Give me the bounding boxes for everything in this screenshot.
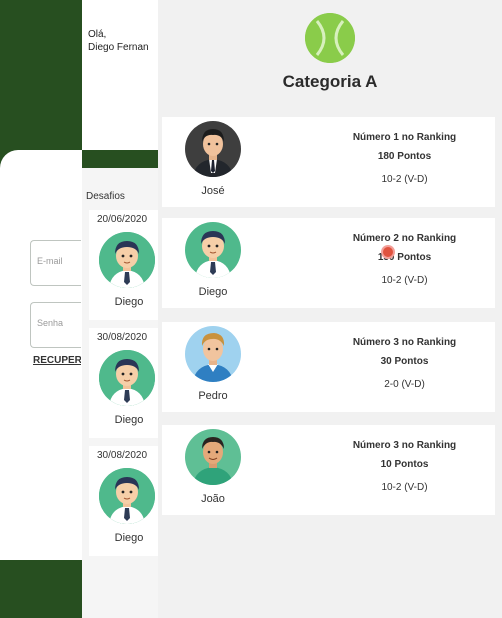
login-footer-band (0, 560, 82, 618)
ranking-screen (158, 0, 502, 618)
challenge-player-name: Diego (114, 532, 144, 544)
greeting: Olá, Diego Fernan (88, 28, 160, 54)
ranking-player-card[interactable]: Diego Número 2 no Ranking 150 Pontos 10-… (162, 218, 495, 308)
challenge-card[interactable]: 20/06/2020 Diego (89, 210, 160, 320)
tennis-ball-icon (305, 13, 355, 63)
challenge-date: 20/06/2020 (97, 214, 148, 225)
challenges-section-title: Desafios (86, 191, 125, 202)
player-name: Pedro (198, 390, 228, 402)
challenge-player-name: Diego (114, 414, 144, 426)
challenge-player-name: Diego (114, 296, 144, 308)
challenge-player-avatar (99, 350, 155, 406)
player-name: João (201, 493, 225, 505)
email-field[interactable]: E-mail (30, 240, 81, 286)
challenge-player-avatar (99, 232, 155, 288)
man-green-background-avatar (185, 222, 241, 278)
greeting-user-name: Diego Fernan (88, 42, 149, 53)
player-points: 150 Pontos (377, 252, 432, 263)
player-points: 10 Pontos (380, 459, 429, 470)
player-record: 10-2 (V-D) (381, 174, 428, 185)
player-record: 2-0 (V-D) (384, 379, 425, 390)
man-in-suit-avatar (185, 121, 241, 177)
player-record: 10-2 (V-D) (381, 275, 428, 286)
challenge-card[interactable]: 30/08/2020 Diego (89, 446, 160, 556)
ranking-player-card[interactable]: João Número 3 no Ranking 10 Pontos 10-2 … (162, 425, 495, 515)
player-points: 180 Pontos (377, 151, 432, 162)
touch-indicator-icon (381, 245, 395, 259)
category-title: Categoria A (282, 72, 378, 91)
ranking-player-card[interactable]: José Número 1 no Ranking 180 Pontos 10-2… (162, 117, 495, 207)
ranking-player-card[interactable]: Pedro Número 3 no Ranking 30 Pontos 2-0 … (162, 322, 495, 412)
password-placeholder: Senha (37, 318, 64, 328)
home-green-band (82, 150, 160, 168)
challenge-player-avatar (99, 468, 155, 524)
login-header-band (0, 0, 82, 175)
player-rank: Número 1 no Ranking (352, 132, 457, 143)
blonde-man-avatar (185, 326, 241, 382)
email-placeholder: E-mail (37, 256, 63, 266)
recover-password-link[interactable]: RECUPER (33, 355, 81, 366)
password-field[interactable]: Senha (30, 302, 81, 348)
challenge-date: 30/08/2020 (97, 332, 148, 343)
player-name: José (201, 185, 225, 197)
player-points: 30 Pontos (380, 356, 429, 367)
man-green-shirt-avatar (185, 429, 241, 485)
home-header (82, 0, 160, 150)
greeting-hello: Olá, (88, 29, 107, 40)
challenge-date: 30/08/2020 (97, 450, 148, 461)
player-rank: Número 3 no Ranking (352, 337, 457, 348)
player-rank: Número 2 no Ranking (352, 233, 457, 244)
challenge-card[interactable]: 30/08/2020 Diego (89, 328, 160, 438)
player-name: Diego (198, 286, 228, 298)
player-record: 10-2 (V-D) (381, 482, 428, 493)
player-rank: Número 3 no Ranking (352, 440, 457, 451)
